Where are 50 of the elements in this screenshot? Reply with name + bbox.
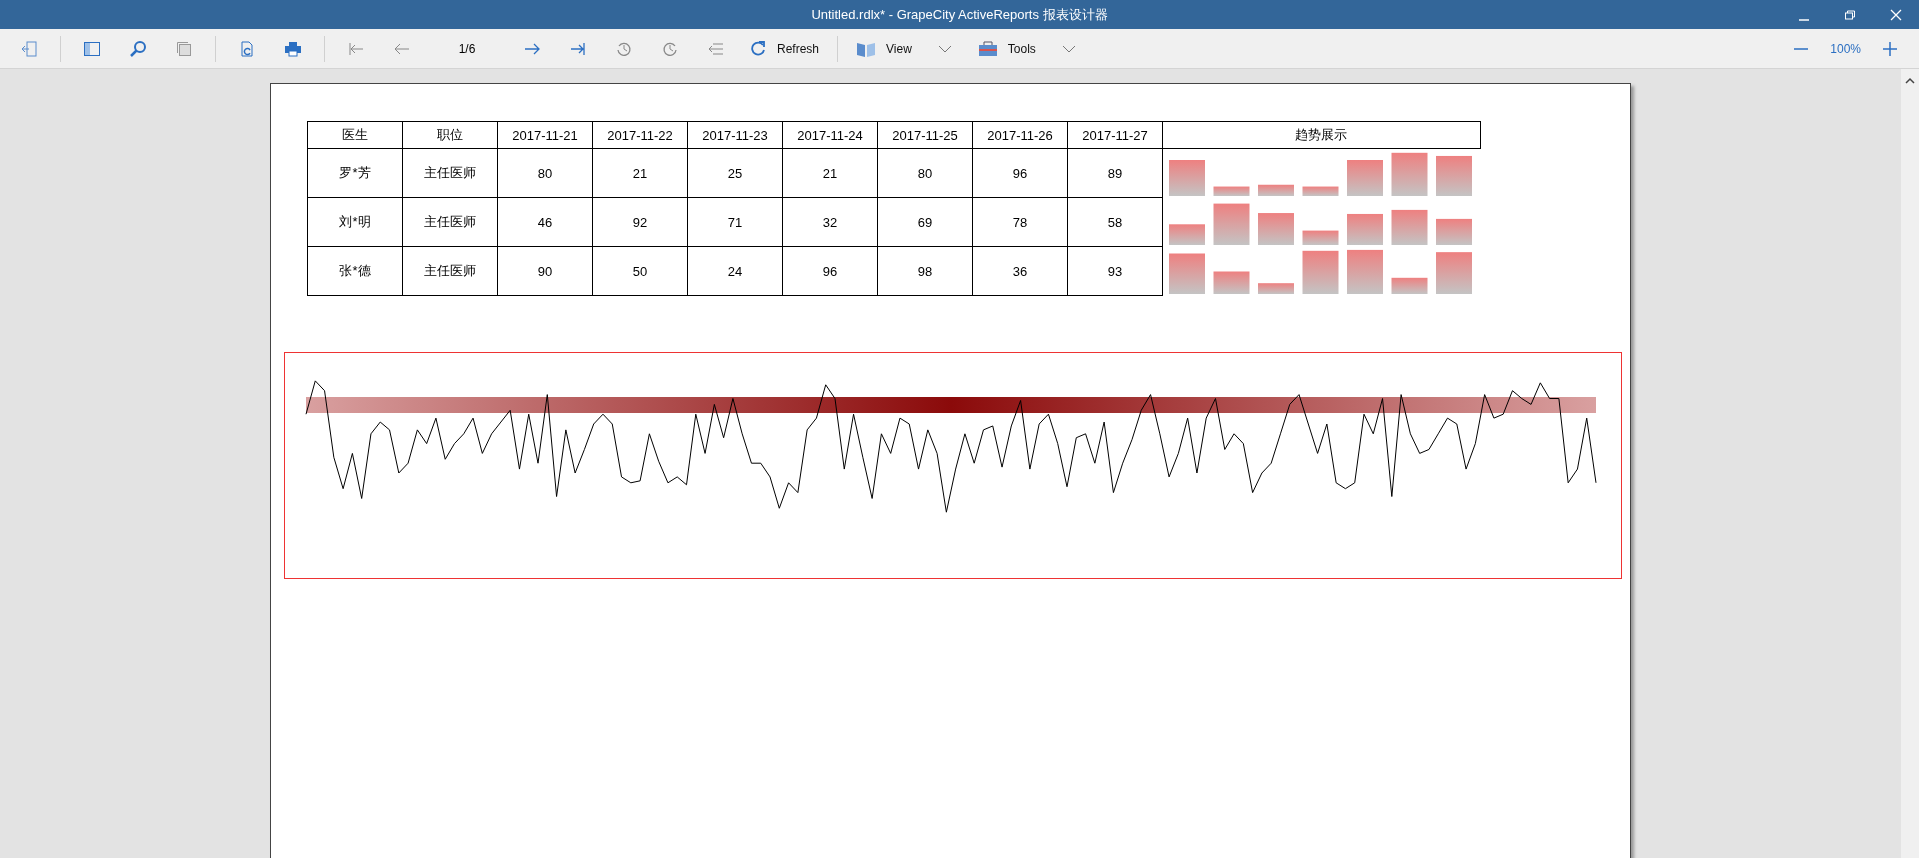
restore-icon (1844, 8, 1856, 21)
column-header: 趋势展示 (1162, 121, 1480, 149)
table-cell: 21 (592, 148, 688, 198)
table-cell: 32 (782, 197, 878, 247)
table-cell: 96 (972, 148, 1068, 198)
tools-button[interactable]: Tools (969, 33, 1044, 64)
table-cell: 93 (1067, 246, 1163, 296)
table-cell: 78 (972, 197, 1068, 247)
table-cell: 主任医师 (402, 246, 498, 296)
zoom-level: 100% (1829, 41, 1862, 56)
table-cell: 69 (877, 197, 973, 247)
column-header: 2017-11-21 (497, 121, 593, 149)
table-cell: 71 (687, 197, 783, 247)
column-header: 2017-11-27 (1067, 121, 1163, 149)
column-header: 2017-11-25 (877, 121, 973, 149)
refresh-button[interactable]: Refresh (741, 33, 828, 64)
table-cell: 24 (687, 246, 783, 296)
scroll-up-icon[interactable] (1905, 77, 1915, 85)
page-indicator: 1/6 (457, 41, 477, 56)
column-header: 职位 (402, 121, 498, 149)
table-cell: 36 (972, 246, 1068, 296)
column-header: 2017-11-26 (972, 121, 1068, 149)
window-title: Untitled.rdlx* - GrapeCity ActiveReports 报表设计器 (811, 5, 1108, 24)
minimize-icon (1798, 18, 1810, 21)
table-cell: 80 (497, 148, 593, 198)
table-cell: 92 (592, 197, 688, 247)
close-icon (1890, 8, 1902, 21)
table-cell: 50 (592, 246, 688, 296)
table-cell: 张*德 (307, 246, 403, 296)
table-cell: 21 (782, 148, 878, 198)
column-header: 2017-11-23 (687, 121, 783, 149)
column-header: 2017-11-22 (592, 121, 688, 149)
table-cell: 89 (1067, 148, 1163, 198)
table-cell: 刘*明 (307, 197, 403, 247)
table-cell: 90 (497, 246, 593, 296)
refresh-icon (749, 39, 767, 58)
table-cell: 罗*芳 (307, 148, 403, 198)
toolbox-icon (977, 39, 998, 58)
table-cell: 25 (687, 148, 783, 198)
view-button[interactable]: View (848, 33, 920, 64)
vertical-scrollbar[interactable] (1901, 69, 1919, 858)
table-cell: 主任医师 (402, 197, 498, 247)
table-cell: 80 (877, 148, 973, 198)
table-cell: 98 (877, 246, 973, 296)
table-cell: 58 (1067, 197, 1163, 247)
table-cell: 主任医师 (402, 148, 498, 198)
table-cell: 96 (782, 246, 878, 296)
table-cell: 46 (497, 197, 593, 247)
column-header: 医生 (307, 121, 403, 149)
column-header: 2017-11-24 (782, 121, 878, 149)
